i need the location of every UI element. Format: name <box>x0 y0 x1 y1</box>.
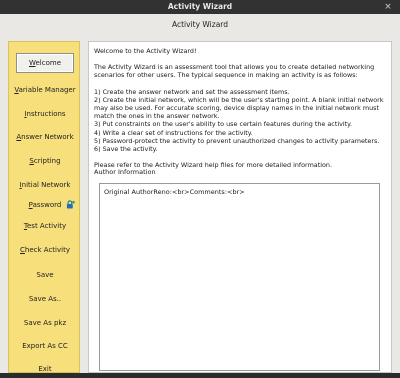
window-title: Activity Wizard <box>167 2 233 11</box>
intro-text: Welcome to the Activity Wizard! The Acti… <box>94 47 388 177</box>
exit-button[interactable]: Exit <box>9 360 81 378</box>
export-as-cc-label: Export As CC <box>22 342 68 350</box>
welcome-label: elcome <box>35 59 62 67</box>
initial-network-button[interactable]: Initial Network <box>9 176 81 194</box>
author-information-field[interactable]: Original AuthorReno:<br>Comments:<br> <box>99 183 380 371</box>
initial-network-label: nitial Network <box>21 181 71 189</box>
instructions-button[interactable]: Instructions <box>9 105 81 123</box>
variable-manager-label: ariable Manager <box>18 86 76 94</box>
wizard-header: Activity Wizard <box>171 20 228 29</box>
save-as-pkz-label: Save As pkz <box>23 319 67 327</box>
check-activity-label: heck Activity <box>24 246 70 254</box>
wizard-sidebar: Welcome Variable Manager Instructions An… <box>8 41 80 373</box>
save-button[interactable]: Save <box>9 266 81 284</box>
exit-label: Exit <box>38 365 52 373</box>
password-button[interactable]: Password <box>9 196 81 214</box>
save-as-label: Save As.. <box>28 295 62 303</box>
variable-manager-button[interactable]: Variable Manager <box>9 81 81 99</box>
welcome-button[interactable]: Welcome <box>16 53 74 73</box>
password-label: assword <box>32 201 62 209</box>
lock-icon <box>66 200 75 209</box>
wizard-description: The Activity Wizard is an assessment too… <box>94 63 375 80</box>
answer-network-button[interactable]: Answer Network <box>9 128 81 146</box>
export-as-cc-button[interactable]: Export As CC <box>9 337 81 355</box>
step-item: 6) Save the activity. <box>94 145 158 154</box>
close-icon[interactable]: × <box>382 1 394 13</box>
step-item: 2) Create the initial network, which wil… <box>94 95 384 121</box>
steps-list: 1) Create the answer network and set the… <box>94 88 388 154</box>
answer-network-label: nswer Network <box>21 133 74 141</box>
window-titlebar: Activity Wizard × <box>0 0 400 14</box>
step-item: 4) Write a clear set of instructions for… <box>94 128 253 137</box>
save-as-button[interactable]: Save As.. <box>9 290 81 308</box>
activity-wizard-window: Activity Wizard Welcome Variable Manager… <box>0 14 400 373</box>
step-item: 1) Create the answer network and set the… <box>94 87 290 96</box>
scripting-label: cripting <box>33 157 61 165</box>
scripting-button[interactable]: Scripting <box>9 152 81 170</box>
welcome-heading: Welcome to the Activity Wizard! <box>94 47 197 55</box>
test-activity-button[interactable]: Test Activity <box>9 217 81 235</box>
test-activity-label: est Activity <box>26 222 67 230</box>
save-label: Save <box>36 271 54 279</box>
author-information-label: Author Information <box>94 168 156 176</box>
instructions-label: nstructions <box>26 110 66 118</box>
step-item: 5) Password-protect the activity to prev… <box>94 136 380 145</box>
check-activity-button[interactable]: Check Activity <box>9 241 81 259</box>
step-item: 3) Put constraints on the user's ability… <box>94 120 353 129</box>
welcome-panel: Welcome to the Activity Wizard! The Acti… <box>88 41 392 373</box>
save-as-pkz-button[interactable]: Save As pkz <box>9 314 81 332</box>
